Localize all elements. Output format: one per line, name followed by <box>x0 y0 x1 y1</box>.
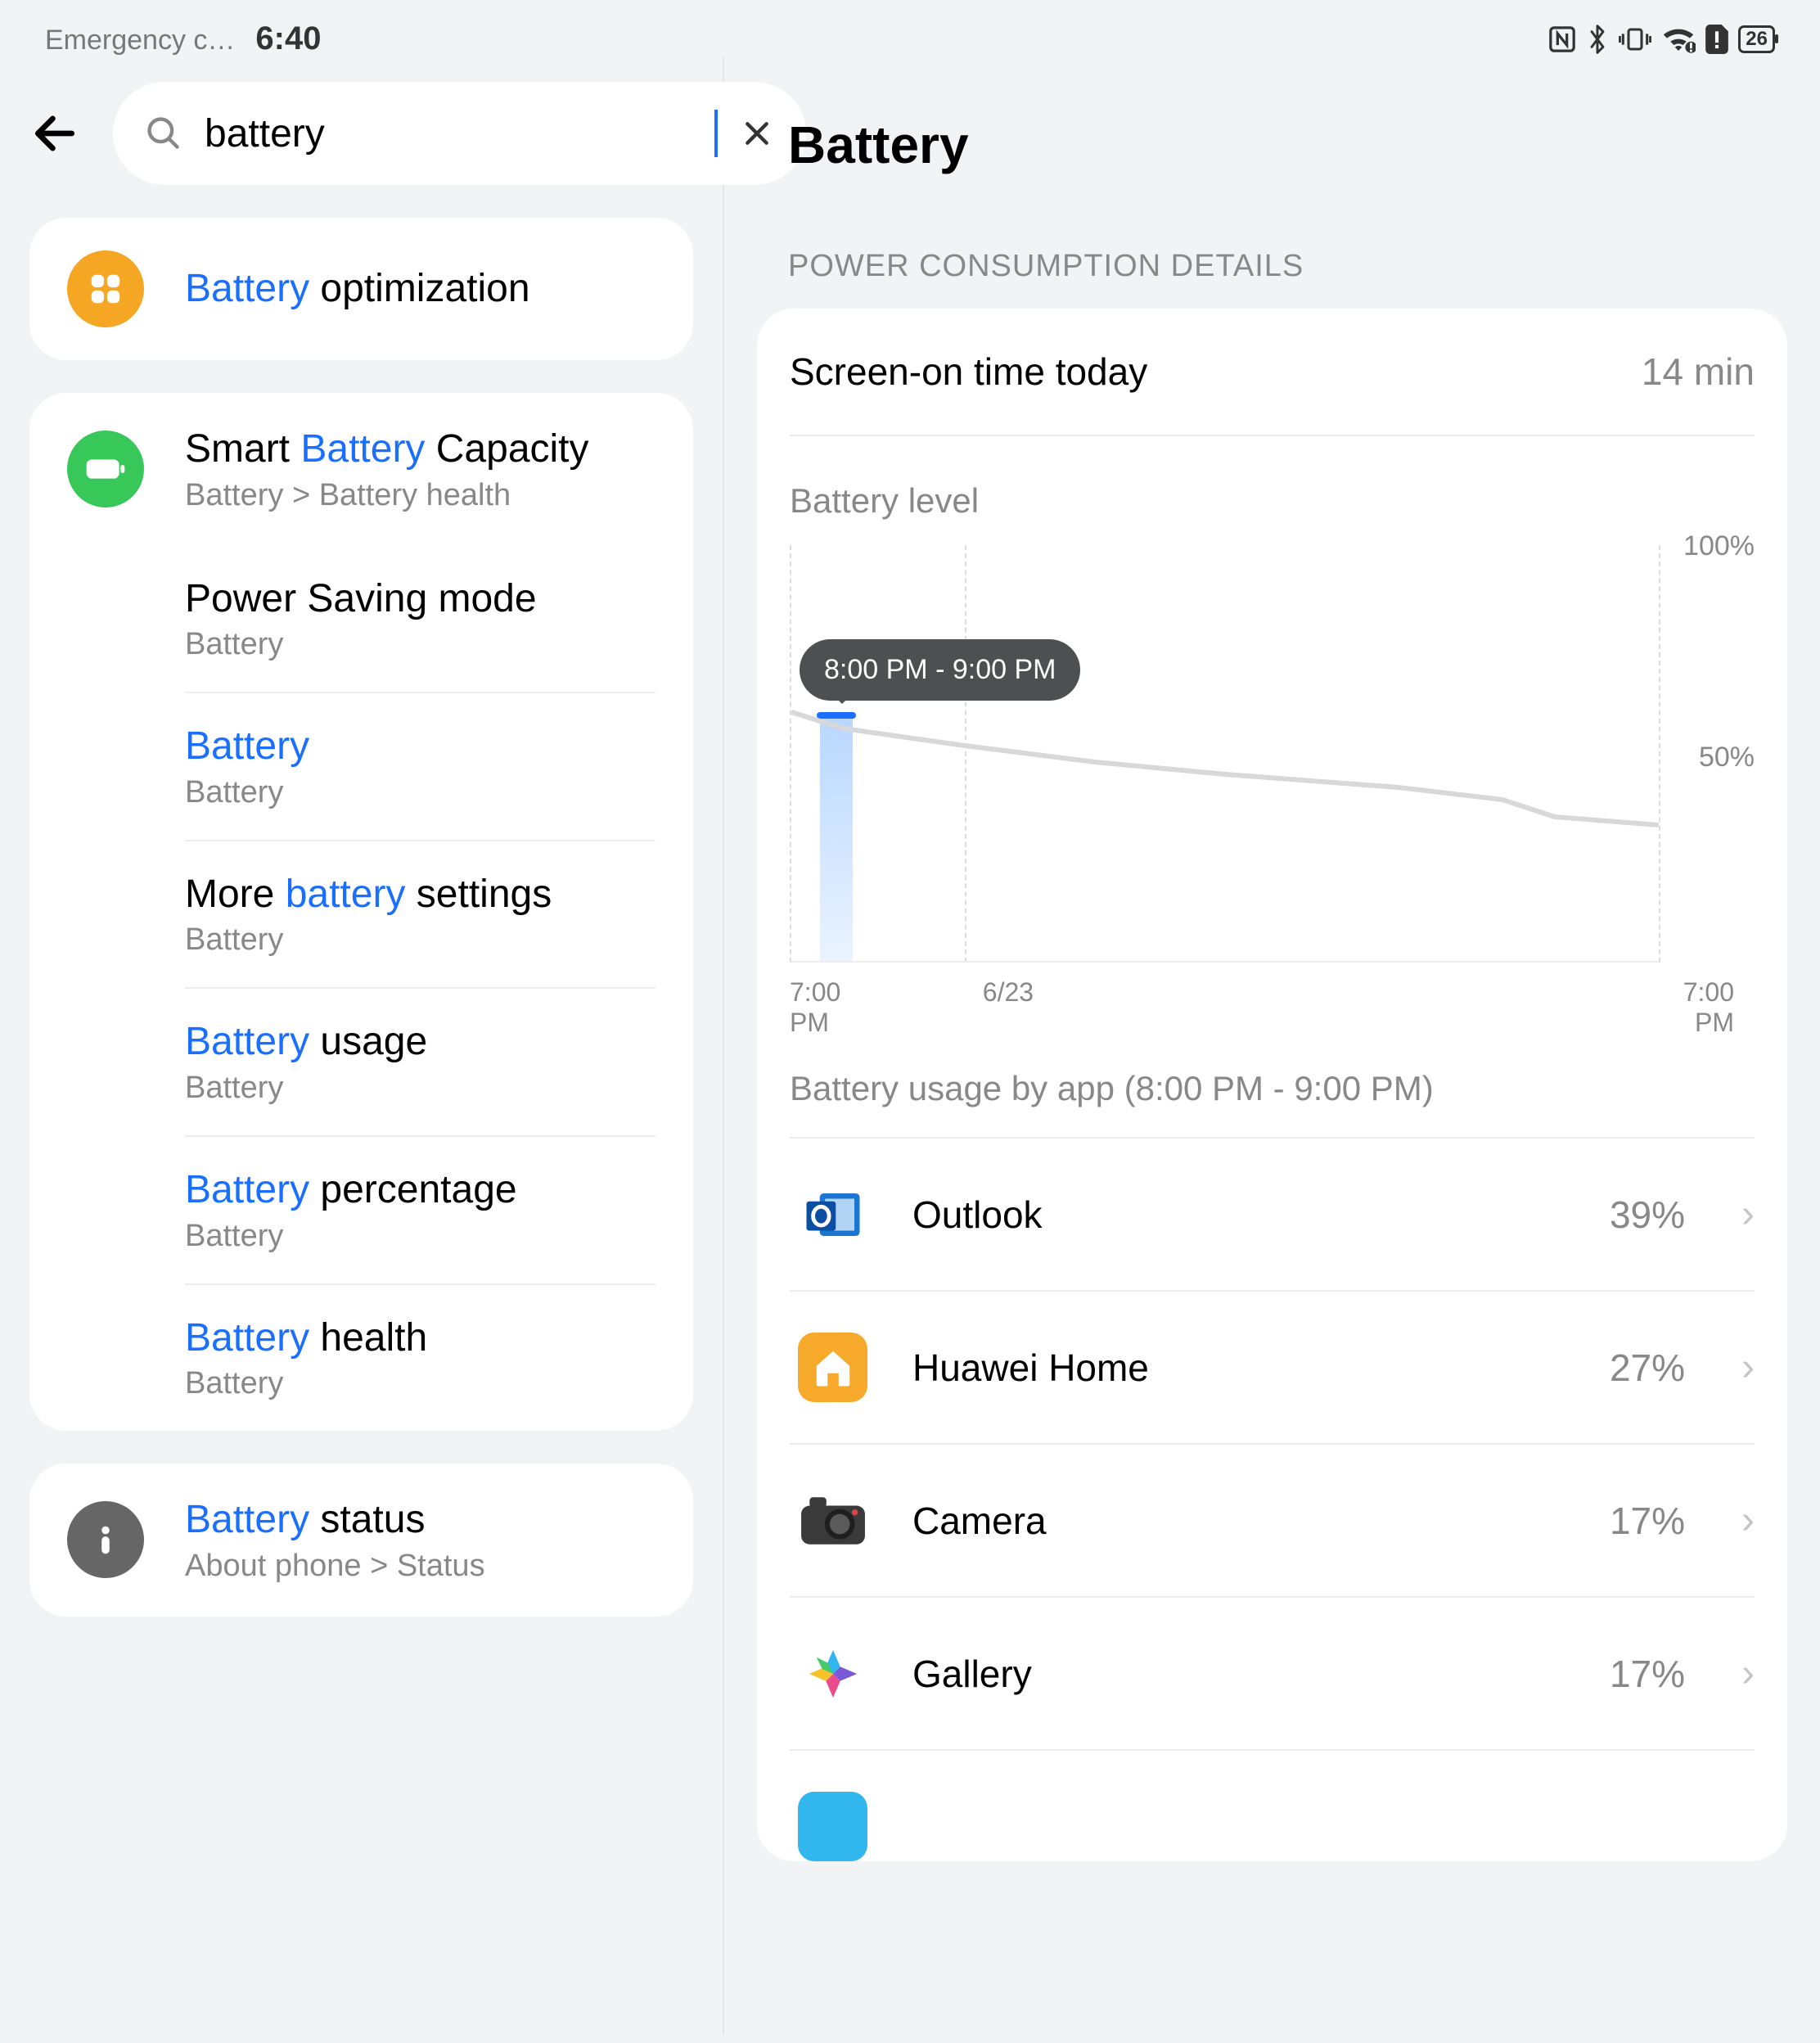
search-pane: Battery optimization Smart Battery Capac… <box>0 57 724 2035</box>
usage-title: Battery usage by app (8:00 PM - 9:00 PM) <box>790 1069 1755 1108</box>
result-path: About phone > Status <box>185 1549 485 1584</box>
emergency-text: Emergency c… <box>45 25 235 56</box>
status-clock: 6:40 <box>255 20 321 57</box>
apps-icon <box>67 250 144 327</box>
app-row-next[interactable] <box>790 1749 1755 1861</box>
app-row-huawei-home[interactable]: Huawei Home 27% › <box>790 1290 1755 1443</box>
chart-x-axis: 7:00 PM 6/23 7:00 PM <box>790 977 1755 1008</box>
status-bar: Emergency c… 6:40 26 <box>0 0 1820 57</box>
battery-app-icon <box>67 431 144 507</box>
result-battery-health[interactable]: Battery health Battery <box>185 1283 655 1432</box>
camera-icon <box>798 1486 867 1555</box>
result-label: Battery health <box>185 1315 655 1362</box>
wifi-alert-icon <box>1661 25 1696 53</box>
status-icons: 26 <box>1548 24 1775 55</box>
battery-level-chart[interactable]: 8:00 PM - 9:00 PM <box>790 545 1660 963</box>
app-pct: 39% <box>1610 1193 1685 1237</box>
screen-on-value: 14 min <box>1642 350 1755 394</box>
y-label-50: 50% <box>1699 742 1755 773</box>
sim-alert-icon <box>1705 25 1728 54</box>
page-title: Battery <box>788 115 1787 175</box>
app-pct: 17% <box>1610 1499 1685 1543</box>
chart-y-axis: 100% 50% <box>1681 545 1755 963</box>
app-row-gallery[interactable]: Gallery 17% › <box>790 1596 1755 1749</box>
result-label: More battery settings <box>185 871 655 918</box>
search-box[interactable] <box>113 82 806 185</box>
section-label: POWER CONSUMPTION DETAILS <box>788 249 1787 284</box>
result-label: Smart Battery Capacity <box>185 426 589 473</box>
x-label-end: 7:00 <box>1683 977 1734 1007</box>
chevron-right-icon: › <box>1741 1195 1755 1234</box>
result-battery-percentage[interactable]: Battery percentage Battery <box>185 1135 655 1283</box>
search-input[interactable] <box>205 111 713 156</box>
result-more-battery-settings[interactable]: More battery settings Battery <box>185 840 655 988</box>
result-label: Battery <box>185 723 655 770</box>
screen-on-label: Screen-on time today <box>790 350 1147 394</box>
result-path: Battery <box>185 1071 655 1106</box>
result-label: Battery percentage <box>185 1166 655 1214</box>
battery-icon: 26 <box>1738 25 1775 53</box>
app-pct: 17% <box>1610 1652 1685 1696</box>
search-icon <box>146 115 182 151</box>
screen-on-row[interactable]: Screen-on time today 14 min <box>790 350 1755 436</box>
result-label: Battery status <box>185 1496 485 1544</box>
result-label: Battery optimization <box>185 265 530 313</box>
outlook-icon <box>798 1179 867 1249</box>
app-name: Gallery <box>912 1652 1565 1696</box>
result-card-battery-group: Smart Battery Capacity Battery > Battery… <box>29 393 693 1431</box>
result-label: Power Saving mode <box>185 575 655 623</box>
result-path: Battery <box>185 1219 655 1254</box>
app-row-camera[interactable]: Camera 17% › <box>790 1443 1755 1596</box>
y-label-100: 100% <box>1683 530 1755 562</box>
back-button[interactable] <box>29 105 80 162</box>
app-pct: 27% <box>1610 1346 1685 1390</box>
chevron-right-icon: › <box>1741 1654 1755 1693</box>
result-battery-optimization[interactable]: Battery optimization <box>67 218 655 360</box>
result-path: Battery <box>185 922 655 958</box>
result-label: Battery usage <box>185 1018 655 1066</box>
text-cursor <box>714 110 718 157</box>
x-label-end-sub: PM <box>1683 1008 1734 1038</box>
result-battery-usage[interactable]: Battery usage Battery <box>185 987 655 1135</box>
result-path: Battery > Battery health <box>185 478 589 513</box>
result-smart-battery-capacity[interactable]: Smart Battery Capacity Battery > Battery… <box>67 393 655 546</box>
info-icon <box>67 1501 144 1578</box>
result-path: Battery <box>185 775 655 810</box>
app-row-outlook[interactable]: Outlook 39% › <box>790 1137 1755 1290</box>
home-icon <box>798 1333 867 1402</box>
x-label-start-sub: PM <box>790 1008 840 1038</box>
x-label-mid: 6/23 <box>983 977 1034 1007</box>
app-name: Huawei Home <box>912 1346 1565 1390</box>
result-battery[interactable]: Battery Battery <box>185 692 655 840</box>
app-name: Outlook <box>912 1193 1565 1237</box>
result-card-status: Battery status About phone > Status <box>29 1463 693 1617</box>
result-path: Battery <box>185 1366 655 1401</box>
result-card-optimization: Battery optimization <box>29 218 693 360</box>
vibrate-icon <box>1619 25 1651 53</box>
chevron-right-icon: › <box>1741 1501 1755 1540</box>
chart-line <box>791 545 1659 963</box>
chevron-right-icon: › <box>1741 1348 1755 1387</box>
chart-title: Battery level <box>790 481 1755 521</box>
power-details-card: Screen-on time today 14 min Battery leve… <box>757 309 1787 1861</box>
gallery-icon <box>798 1639 867 1708</box>
detail-pane: Battery POWER CONSUMPTION DETAILS Screen… <box>724 57 1820 2035</box>
result-battery-status[interactable]: Battery status About phone > Status <box>67 1463 655 1617</box>
nfc-icon <box>1548 25 1576 53</box>
app-name: Camera <box>912 1499 1565 1543</box>
bluetooth-icon <box>1586 24 1609 55</box>
x-label-start: 7:00 <box>790 977 840 1007</box>
unknown-app-icon <box>798 1792 867 1861</box>
result-path: Battery <box>185 627 655 662</box>
result-power-saving-mode[interactable]: Power Saving mode Battery <box>185 546 655 692</box>
